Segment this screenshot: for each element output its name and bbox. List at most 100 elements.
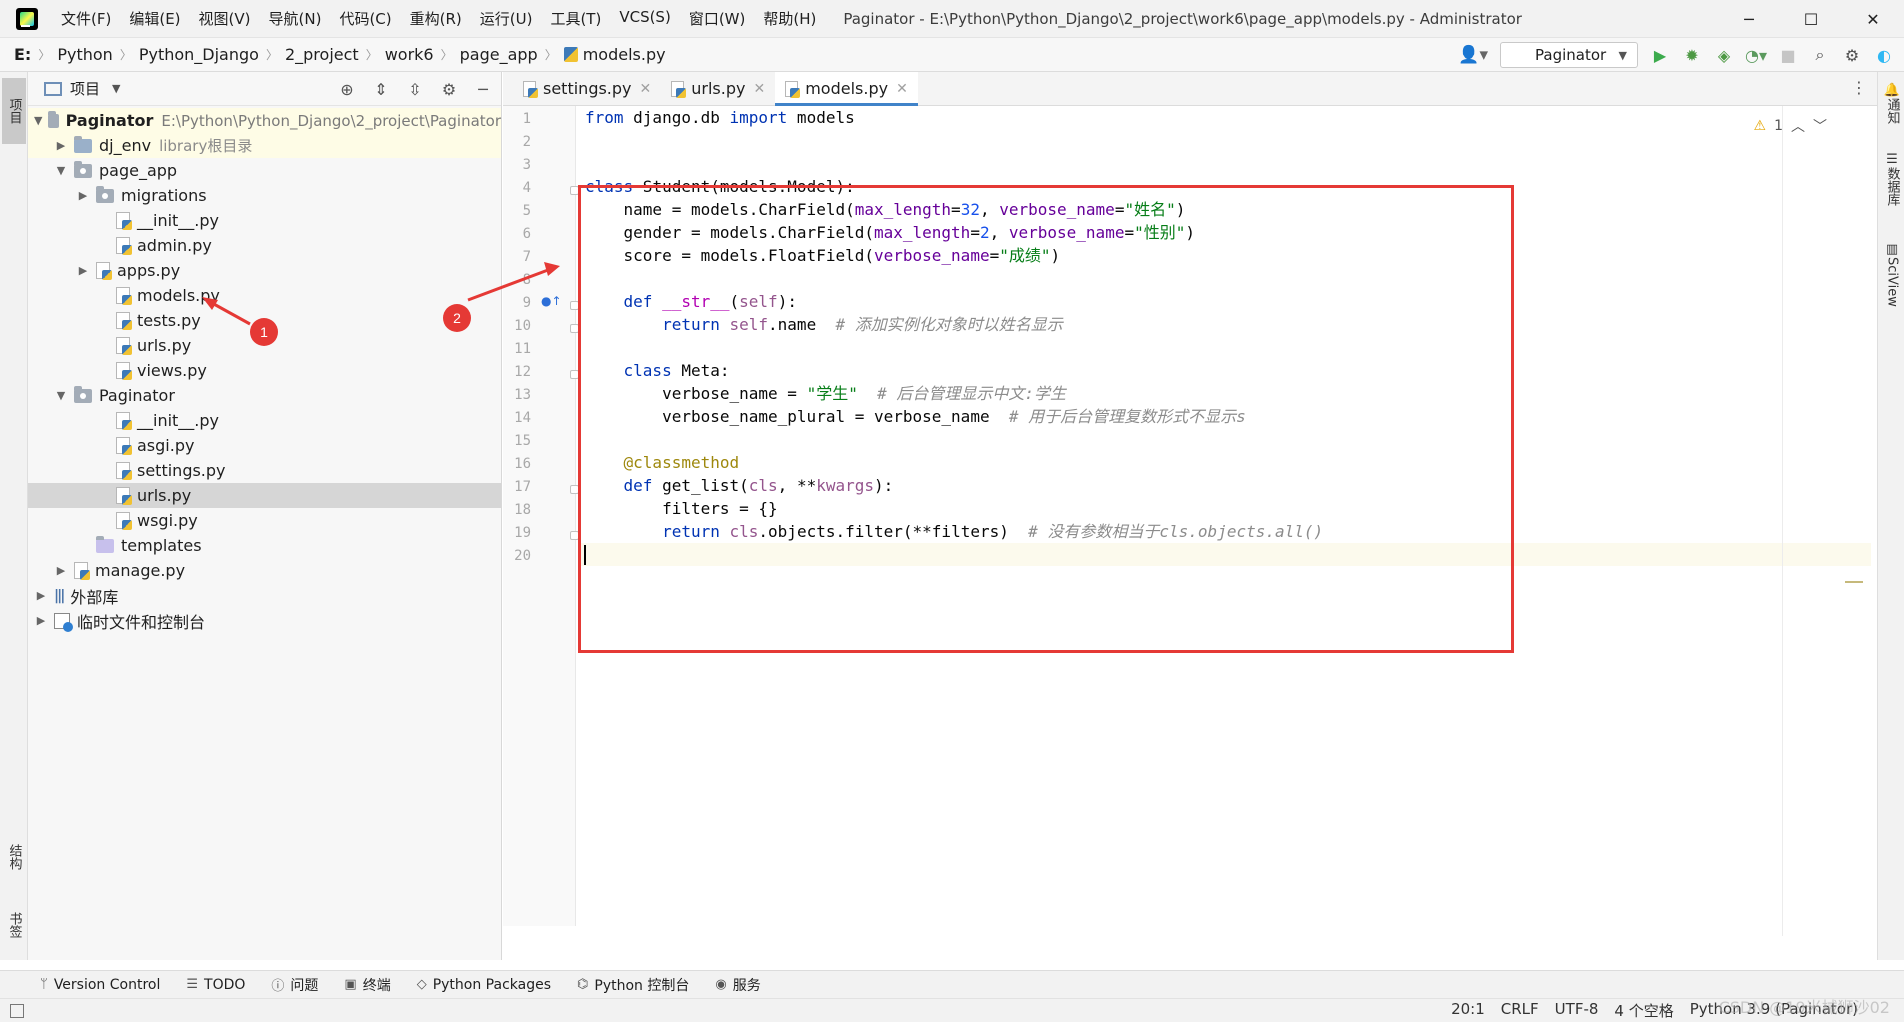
tree-item-file[interactable]: asgi.py xyxy=(28,433,501,458)
chevron-right-icon[interactable]: ▶ xyxy=(54,564,68,577)
tree-item-manage-py[interactable]: ▶ manage.py xyxy=(28,558,501,583)
stop-icon[interactable]: ■ xyxy=(1778,45,1798,65)
menu-navigate[interactable]: 导航(N) xyxy=(260,8,331,29)
caret-position[interactable]: 20:1 xyxy=(1451,1000,1485,1021)
chevron-up-icon[interactable]: ︿ xyxy=(1791,116,1805,136)
breadcrumb-drive[interactable]: E: xyxy=(14,45,31,64)
tree-item-file[interactable]: wsgi.py xyxy=(28,508,501,533)
tree-item-dj-env[interactable]: ▶ dj_env library根目录 xyxy=(28,133,501,158)
menu-tools[interactable]: 工具(T) xyxy=(541,8,610,29)
python-console-button[interactable]: ⌬ Python 控制台 xyxy=(577,975,689,995)
chevron-right-icon: 〉 xyxy=(38,48,51,62)
indent-setting[interactable]: 4 个空格 xyxy=(1614,1000,1673,1021)
maximize-button[interactable]: ☐ xyxy=(1780,0,1842,38)
menu-view[interactable]: 视图(V) xyxy=(190,8,260,29)
structure-tool-tab[interactable]: 结构 xyxy=(2,834,26,880)
more-vertical-icon[interactable]: ⋮ xyxy=(1851,78,1867,97)
minimize-button[interactable]: ─ xyxy=(1718,0,1780,38)
run-icon[interactable]: ▶ xyxy=(1650,45,1670,65)
tree-item-templates[interactable]: templates xyxy=(28,533,501,558)
tree-item-paginator-pkg[interactable]: ▼ Paginator xyxy=(28,383,501,408)
tool-windows-toggle-icon[interactable] xyxy=(10,1003,24,1018)
menu-file[interactable]: 文件(F) xyxy=(52,8,120,29)
gear-icon[interactable]: ⚙ xyxy=(439,80,459,99)
terminal-button[interactable]: ▣ 终端 xyxy=(344,975,390,995)
chevron-down-icon[interactable]: ▼ xyxy=(54,164,68,177)
close-icon[interactable]: ✕ xyxy=(640,81,652,97)
notifications-tool-tab[interactable]: 🔔 通知 xyxy=(1881,82,1903,138)
tab-urls-py[interactable]: urls.py ✕ xyxy=(661,72,775,105)
chevron-down-icon[interactable]: ▼ xyxy=(112,82,120,95)
menu-code[interactable]: 代码(C) xyxy=(330,8,400,29)
menu-vcs[interactable]: VCS(S) xyxy=(610,8,679,29)
breadcrumb-python[interactable]: Python xyxy=(57,45,112,64)
menu-refactor[interactable]: 重构(R) xyxy=(401,8,471,29)
debug-icon[interactable]: ✹ xyxy=(1682,45,1702,65)
chevron-down-icon[interactable]: ▼ xyxy=(34,114,42,127)
jetbrains-toolbox-icon[interactable]: ◐ xyxy=(1874,45,1894,65)
python-packages-button[interactable]: ◇ Python Packages xyxy=(417,977,551,993)
close-window-button[interactable]: ✕ xyxy=(1842,0,1904,38)
scrollbar-marker[interactable] xyxy=(1845,581,1863,583)
menu-run[interactable]: 运行(U) xyxy=(471,8,542,29)
locate-file-icon[interactable]: ⊕ xyxy=(337,80,357,99)
tree-item-scratches[interactable]: ▶ 临时文件和控制台 xyxy=(28,608,501,633)
chevron-right-icon[interactable]: ▶ xyxy=(34,589,48,602)
close-icon[interactable]: ✕ xyxy=(896,81,908,97)
tab-settings-py[interactable]: settings.py ✕ xyxy=(513,72,661,105)
tree-item-external-libraries[interactable]: ▶ ||| 外部库 xyxy=(28,583,501,608)
override-gutter-icon[interactable]: ●↑ xyxy=(541,294,562,308)
chevron-right-icon[interactable]: ▶ xyxy=(76,264,90,277)
tree-item-file[interactable]: admin.py xyxy=(28,233,501,258)
close-icon[interactable]: ✕ xyxy=(753,81,765,97)
menu-window[interactable]: 窗口(W) xyxy=(680,8,755,29)
tree-item-file[interactable]: __init__.py xyxy=(28,408,501,433)
breadcrumb-page-app[interactable]: page_app xyxy=(460,45,538,64)
breadcrumb-file[interactable]: models.py xyxy=(583,45,666,64)
annotation-highlight-box xyxy=(578,185,1514,653)
services-button[interactable]: ◉ 服务 xyxy=(715,975,760,995)
chevron-down-icon[interactable]: ▼ xyxy=(54,389,68,402)
tree-item-migrations[interactable]: ▶ migrations xyxy=(28,183,501,208)
breadcrumb-work6[interactable]: work6 xyxy=(385,45,434,64)
tree-item-models-py[interactable]: models.py xyxy=(28,283,501,308)
profile-icon[interactable]: ◔▾ xyxy=(1745,45,1767,65)
tree-item-label: views.py xyxy=(137,361,207,380)
expand-all-icon[interactable]: ⇕ xyxy=(371,80,391,99)
tree-item-urls-py-selected[interactable]: urls.py xyxy=(28,483,501,508)
collapse-all-icon[interactable]: ⇳ xyxy=(405,80,425,99)
tree-item-page-app[interactable]: ▼ page_app xyxy=(28,158,501,183)
tree-item-paginator-root[interactable]: ▼ Paginator E:\Python\Python_Django\2_pr… xyxy=(28,108,501,133)
tab-models-py[interactable]: models.py ✕ xyxy=(775,72,918,106)
gear-icon[interactable]: ⚙ xyxy=(1842,45,1862,65)
bookmarks-tool-tab[interactable]: 书签 xyxy=(2,902,26,948)
tree-item-file[interactable]: settings.py xyxy=(28,458,501,483)
coverage-icon[interactable]: ◈ xyxy=(1714,45,1734,65)
inspection-widget[interactable]: ⚠ 1 ︿ ﹀ xyxy=(1754,116,1827,136)
tree-item-file[interactable]: views.py xyxy=(28,358,501,383)
search-icon[interactable]: ⌕ xyxy=(1810,45,1830,65)
problems-button[interactable]: ⓘ 问题 xyxy=(271,975,318,995)
hide-panel-icon[interactable]: ─ xyxy=(473,80,493,99)
menu-edit[interactable]: 编辑(E) xyxy=(120,8,189,29)
line-separator[interactable]: CRLF xyxy=(1501,1000,1539,1021)
breadcrumb-python-django[interactable]: Python_Django xyxy=(139,45,259,64)
file-encoding[interactable]: UTF-8 xyxy=(1555,1000,1599,1021)
tree-item-file[interactable]: ▶ apps.py xyxy=(28,258,501,283)
user-icon[interactable]: 👤▾ xyxy=(1458,45,1488,65)
run-configuration-select[interactable]: Paginator ▼ xyxy=(1500,42,1638,68)
chevron-right-icon[interactable]: ▶ xyxy=(54,139,68,152)
tree-item-file[interactable]: __init__.py xyxy=(28,208,501,233)
chevron-right-icon[interactable]: ▶ xyxy=(76,189,90,202)
menu-help[interactable]: 帮助(H) xyxy=(754,8,825,29)
version-control-button[interactable]: ᛘ Version Control xyxy=(40,977,160,993)
chevron-right-icon[interactable]: ▶ xyxy=(34,614,48,627)
terminal-label: 终端 xyxy=(362,977,391,994)
breadcrumb-2-project[interactable]: 2_project xyxy=(285,45,359,64)
chevron-down-icon[interactable]: ﹀ xyxy=(1813,116,1827,136)
database-tool-tab[interactable]: ☰ 数据库 xyxy=(1881,152,1903,232)
project-panel-title[interactable]: 项目 xyxy=(70,78,100,99)
sciview-tool-tab[interactable]: ▥ SciView xyxy=(1881,242,1903,332)
todo-button[interactable]: ☰ TODO xyxy=(186,977,245,993)
project-tool-tab[interactable]: 项目 xyxy=(2,78,26,144)
